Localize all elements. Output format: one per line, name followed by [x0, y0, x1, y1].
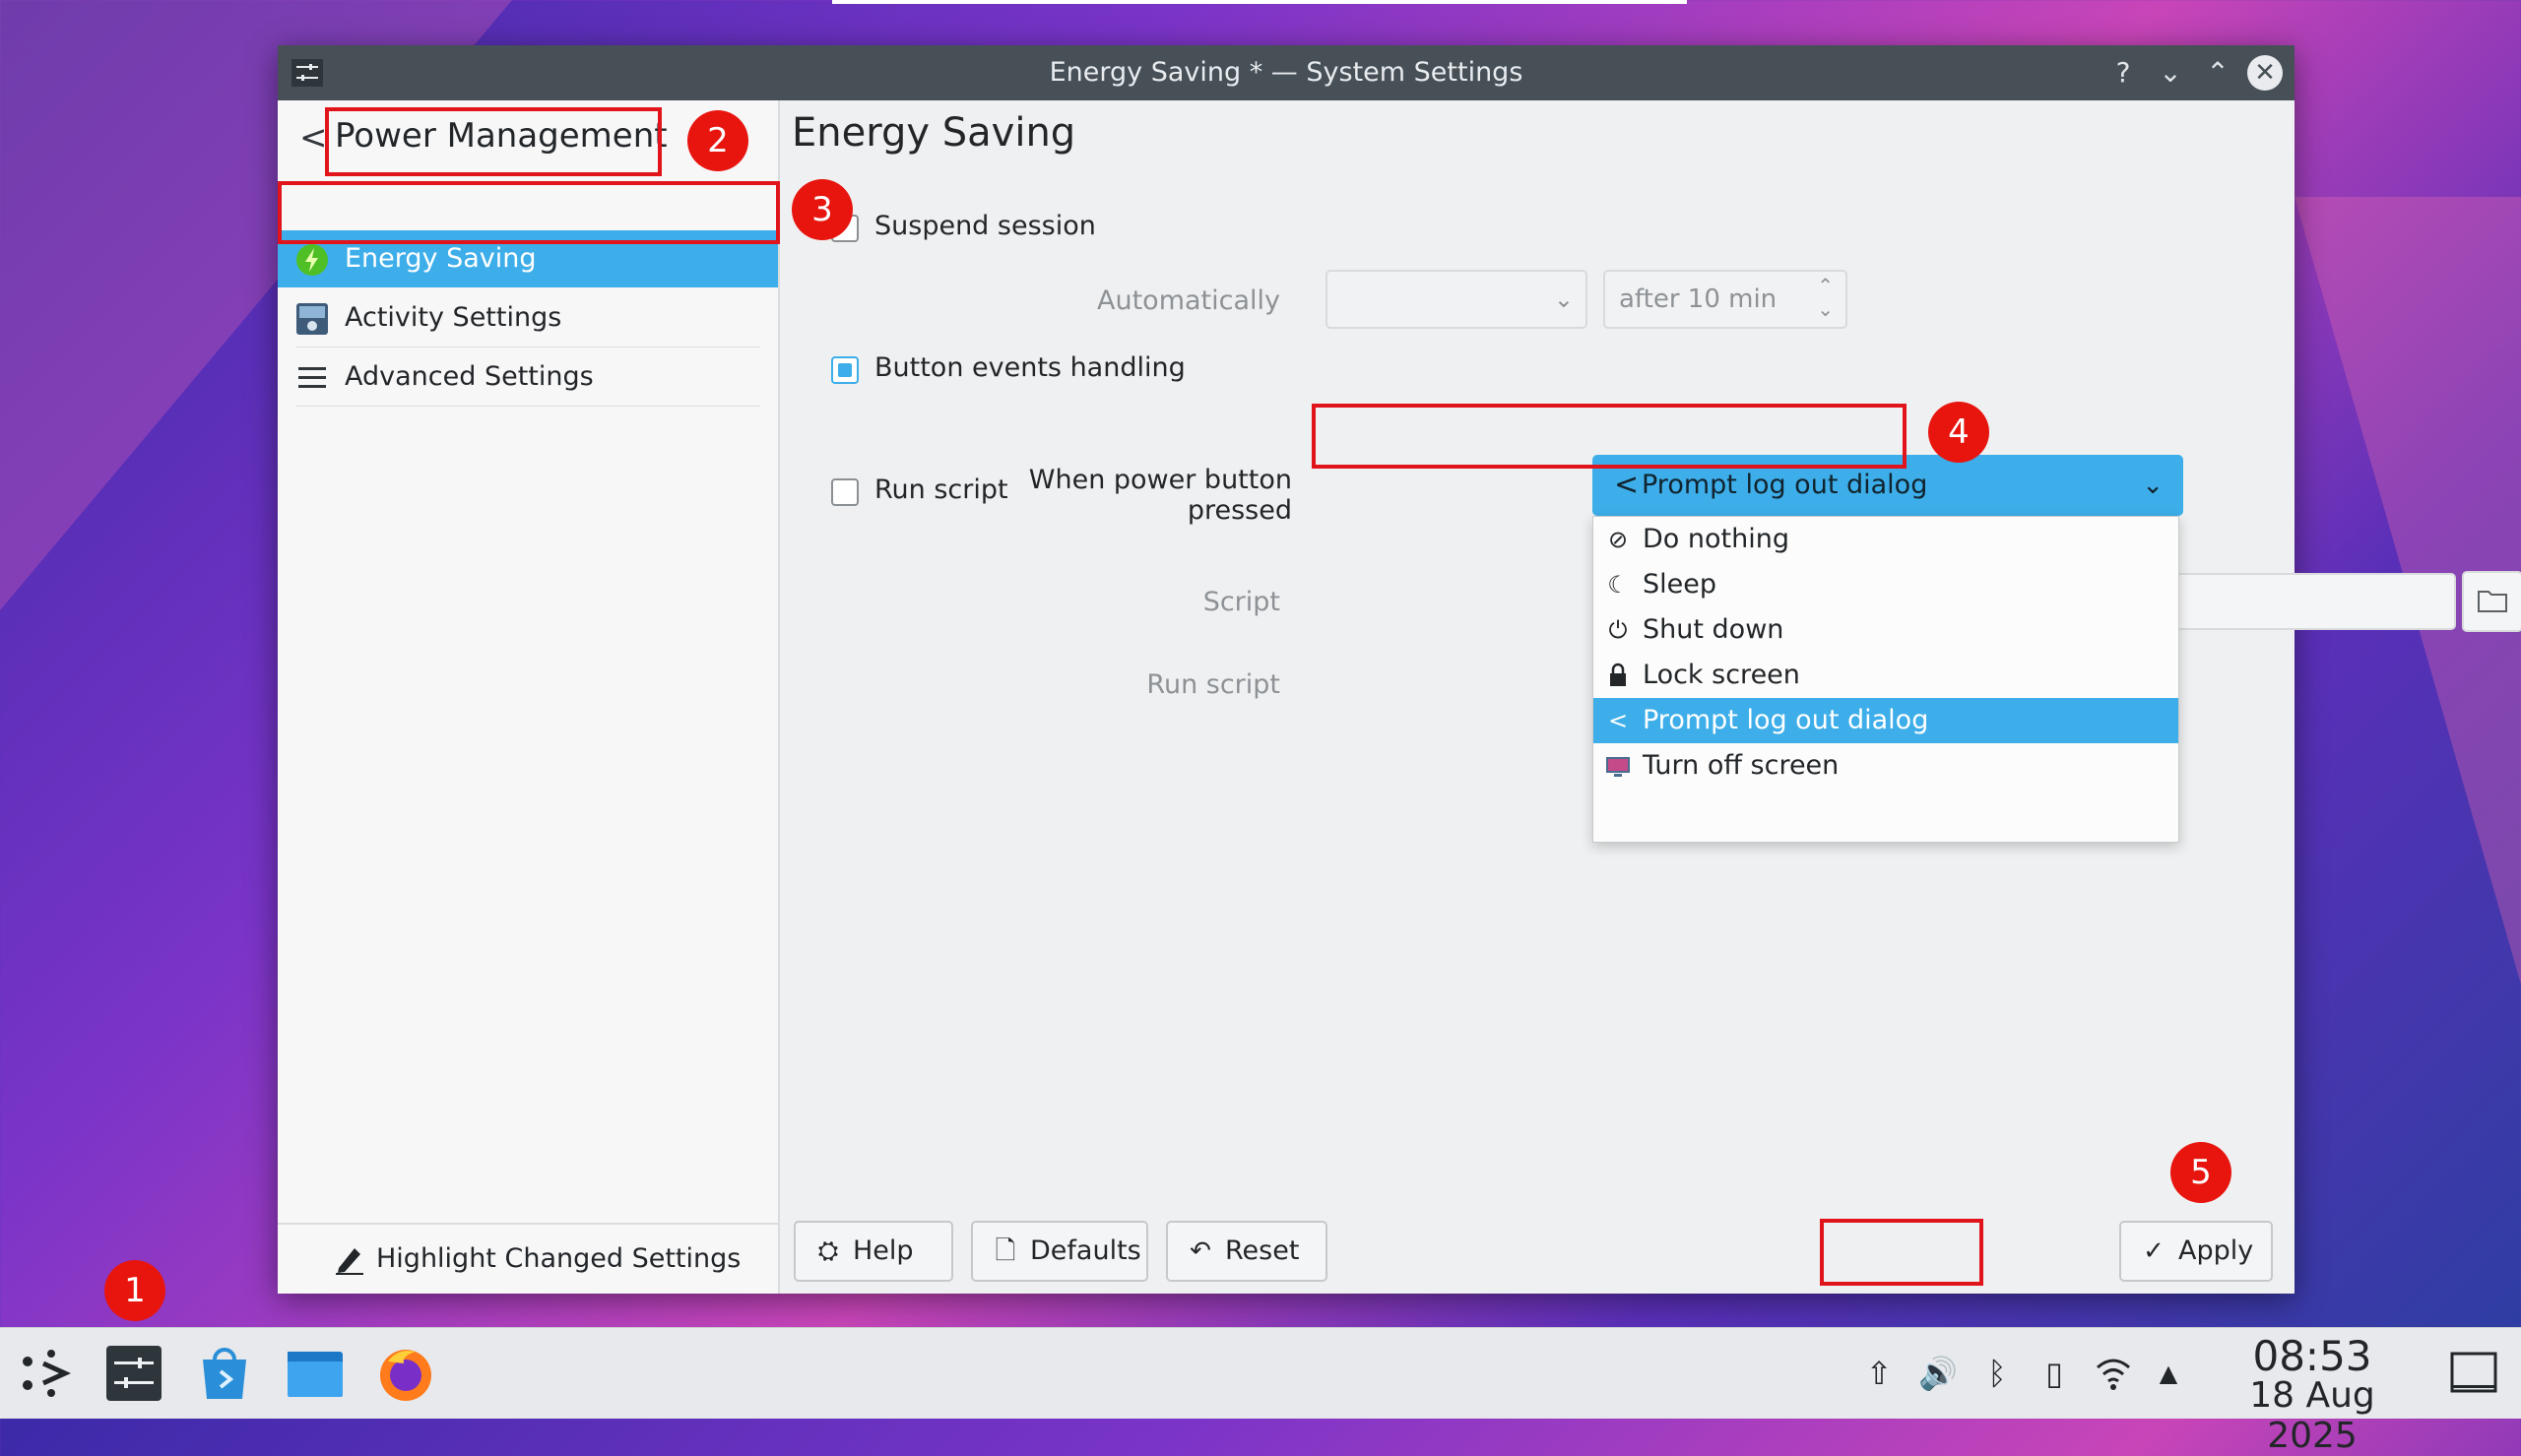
option-label: Shut down: [1643, 614, 1784, 645]
browse-script-button[interactable]: [2462, 571, 2521, 632]
annotation-badge-1: 1: [104, 1260, 165, 1321]
run-script-when-label: Run script: [1146, 669, 1280, 700]
option-label: Prompt log out dialog: [1643, 705, 1929, 735]
sidebar-item-label: Advanced Settings: [345, 361, 594, 392]
run-script-checkbox[interactable]: [831, 478, 859, 506]
highlight-changed-settings-label: Highlight Changed Settings: [376, 1243, 742, 1274]
reset-button[interactable]: ↶ Reset: [1166, 1221, 1327, 1282]
volume-icon[interactable]: 🔊: [1918, 1354, 1958, 1393]
minimize-icon[interactable]: ⌄: [2153, 55, 2188, 91]
script-path-input[interactable]: [2168, 573, 2456, 630]
logout-icon: <: [1614, 468, 1640, 502]
sidebar-item-label: Activity Settings: [345, 302, 562, 333]
option-label: Do nothing: [1643, 524, 1789, 554]
defaults-button-label: Defaults: [1030, 1235, 1141, 1266]
usb-device-icon[interactable]: ▯: [2035, 1354, 2074, 1393]
energy-saving-icon: [296, 244, 328, 276]
annotation-badge-3: 3: [792, 179, 853, 240]
sidebar-item-advanced-settings[interactable]: Advanced Settings: [278, 348, 778, 406]
sleep-icon: ☾: [1607, 571, 1629, 599]
option-label: Turn off screen: [1643, 750, 1840, 781]
checkmark-icon: ✓: [2143, 1236, 2165, 1266]
power-button-action-combo[interactable]: < Prompt log out dialog ⌄: [1592, 455, 2183, 516]
apply-button-label: Apply: [2178, 1235, 2254, 1266]
help-icon: ⛭: [817, 1236, 839, 1266]
button-events-checkbox[interactable]: [831, 356, 859, 384]
divider: [295, 347, 760, 348]
option-turn-off-screen[interactable]: Turn off screen: [1593, 743, 2178, 789]
file-manager-icon[interactable]: [284, 1342, 347, 1405]
power-button-action-dropdown: ⊘ Do nothing ☾ Sleep ⏻ Shut down Lock sc…: [1592, 516, 2179, 843]
logout-icon: <: [1607, 707, 1629, 734]
chevron-down-icon: ⌄: [2142, 471, 2164, 500]
close-icon[interactable]: ✕: [2247, 55, 2283, 91]
clock-date[interactable]: 18 Aug 2025: [2202, 1375, 2423, 1456]
help-button-label: Help: [853, 1235, 914, 1266]
document-icon: 🗋: [995, 1236, 1016, 1266]
firefox-icon[interactable]: [374, 1342, 437, 1405]
top-strip: [832, 0, 1687, 4]
screen-off-icon: [1606, 757, 1630, 777]
defaults-button[interactable]: 🗋 Defaults: [971, 1221, 1148, 1282]
suspend-delay-value: after 10 min: [1619, 285, 1778, 314]
wifi-icon[interactable]: [2094, 1354, 2133, 1393]
undo-icon: ↶: [1190, 1236, 1211, 1266]
apply-button[interactable]: ✓ Apply: [2119, 1221, 2273, 1282]
title-bar[interactable]: Energy Saving * — System Settings ? ⌄ ⌃ …: [278, 45, 2295, 100]
annotation-badge-5: 5: [2170, 1142, 2231, 1203]
application-launcher-icon[interactable]: [14, 1342, 77, 1405]
power-button-action-value: Prompt log out dialog: [1642, 470, 1928, 500]
discover-store-icon[interactable]: [193, 1342, 256, 1405]
chevron-down-icon: ⌄: [1553, 285, 1574, 313]
sidebar-title: Power Management: [335, 116, 668, 156]
updates-icon[interactable]: ⇧: [1859, 1354, 1899, 1393]
annotation-badge-4: 4: [1928, 402, 1989, 463]
sidebar: < Power Management Energy Saving Activit…: [278, 100, 780, 1294]
window-title: Energy Saving * — System Settings: [1049, 57, 1523, 88]
system-settings-taskbar-icon[interactable]: [102, 1342, 165, 1405]
option-lock-screen[interactable]: Lock screen: [1593, 653, 2178, 698]
help-button[interactable]: ⛭ Help: [794, 1221, 953, 1282]
sidebar-item-label: Energy Saving: [345, 243, 537, 274]
sidebar-item-activity-settings[interactable]: Activity Settings: [278, 289, 778, 347]
option-sleep[interactable]: ☾ Sleep: [1593, 562, 2178, 607]
help-icon[interactable]: ?: [2105, 55, 2141, 91]
spin-up-icon[interactable]: ⌃: [1817, 274, 1834, 297]
option-label: Sleep: [1643, 569, 1717, 600]
bluetooth-icon[interactable]: ᛒ: [1977, 1354, 2017, 1393]
divider: [295, 406, 760, 407]
spin-down-icon[interactable]: ⌄: [1817, 297, 1834, 321]
annotation-badge-2: 2: [687, 110, 748, 171]
content-area: Energy Saving Suspend session Automatica…: [780, 100, 2521, 1294]
hamburger-menu-icon: [298, 367, 326, 388]
tray-expand-icon[interactable]: ▲: [2149, 1354, 2188, 1393]
highlight-changed-settings-button[interactable]: Highlight Changed Settings: [278, 1223, 778, 1294]
activity-settings-icon: [296, 303, 328, 335]
button-events-label: Button events handling: [874, 352, 1186, 383]
show-desktop-icon[interactable]: [2442, 1342, 2505, 1405]
system-settings-window: Energy Saving * — System Settings ? ⌄ ⌃ …: [278, 45, 2521, 1294]
maximize-icon[interactable]: ⌃: [2200, 55, 2235, 91]
shutdown-icon: ⏻: [1608, 616, 1628, 644]
taskbar: ⇧ 🔊 ᛒ ▯ ▲ 08:53 18 Aug 2025: [0, 1327, 2521, 1456]
page-title: Energy Saving: [792, 110, 1076, 156]
back-arrow-icon[interactable]: <: [299, 118, 328, 158]
pen-icon: [336, 1248, 363, 1275]
automatically-label: Automatically: [1097, 285, 1280, 316]
option-prompt-log-out-dialog[interactable]: < Prompt log out dialog: [1593, 698, 2178, 743]
sidebar-item-energy-saving[interactable]: Energy Saving: [278, 230, 778, 287]
script-label: Script: [1202, 587, 1280, 617]
run-script-label: Run script: [874, 475, 1008, 505]
clock-time[interactable]: 08:53: [2214, 1332, 2411, 1380]
option-label: Lock screen: [1643, 660, 1800, 690]
folder-icon: [2478, 591, 2507, 612]
option-do-nothing[interactable]: ⊘ Do nothing: [1593, 517, 2178, 562]
do-nothing-icon: ⊘: [1607, 526, 1629, 553]
suspend-delay-spinbox[interactable]: after 10 min ⌃ ⌄: [1603, 270, 1847, 329]
reset-button-label: Reset: [1225, 1235, 1300, 1266]
automatically-combo[interactable]: ⌄: [1325, 270, 1587, 329]
lock-icon: [1610, 663, 1626, 686]
suspend-session-label: Suspend session: [874, 211, 1096, 241]
option-shut-down[interactable]: ⏻ Shut down: [1593, 607, 2178, 653]
